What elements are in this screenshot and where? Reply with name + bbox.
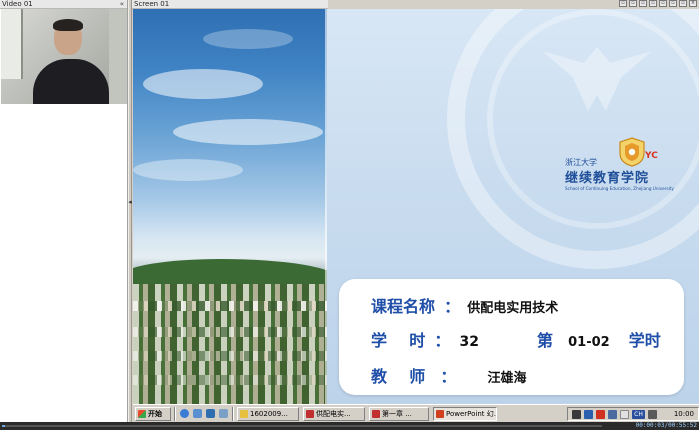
layout-5-icon[interactable]: ▫: [669, 0, 677, 7]
window-app-icon: [240, 410, 248, 418]
course-hours-row: 学 时 ： 32: [371, 327, 479, 351]
system-tray: CH 10:00: [567, 407, 699, 421]
collapse-icon[interactable]: «: [120, 0, 124, 9]
teacher-value: 汪雄海: [487, 371, 527, 386]
layout-4-icon[interactable]: ▫: [659, 0, 667, 7]
taskbar-window-label: PowerPoint 幻...: [446, 410, 497, 418]
logo-english-name: School of Continuing Education, Zhejiang…: [565, 186, 674, 191]
video-panel: Video 01 «: [0, 0, 128, 430]
course-hours-label: 学 时: [371, 331, 426, 350]
layout-2-icon[interactable]: ▫: [639, 0, 647, 7]
volume-icon[interactable]: [608, 410, 617, 419]
video-feed[interactable]: [1, 9, 127, 104]
window-app-icon: [306, 410, 314, 418]
building-row: [133, 327, 327, 337]
player-control-bar: 00:00:03/00:55:52: [0, 422, 699, 430]
start-label: 开始: [148, 410, 162, 418]
cloud: [173, 119, 323, 145]
course-name-colon: ：: [444, 297, 461, 316]
layout-3-icon[interactable]: ▫: [649, 0, 657, 7]
course-name-value: 供配电实用技术: [467, 301, 559, 316]
language-indicator[interactable]: CH: [632, 410, 645, 419]
cloud: [203, 29, 293, 49]
keyboard-icon[interactable]: [620, 410, 629, 419]
building-row: [133, 375, 327, 385]
taskbar-window-label: 1602009...: [250, 410, 288, 418]
course-hours-value: 32: [459, 334, 479, 350]
antivirus-icon[interactable]: [596, 410, 605, 419]
taskbar-window-button[interactable]: PowerPoint 幻...: [433, 407, 497, 421]
taskbar-window-label: 供配电实...: [316, 410, 351, 418]
slide-screen: YC 浙江大学 继续教育学院 School of Continuing Educ…: [133, 9, 699, 404]
teacher-colon: ：: [440, 367, 457, 386]
taskbar: 开始 1602009... 供配电实... 第一章 ... PowerPoint 幻.…: [133, 404, 699, 422]
window-app-icon: [372, 410, 380, 418]
windows-logo-icon: [138, 410, 146, 418]
taskbar-window-label: 第一章 ...: [382, 410, 412, 418]
logo-college-name: 继续教育学院: [565, 171, 650, 186]
logo-yc: YC: [645, 151, 658, 161]
video-panel-title: Video 01: [2, 0, 33, 8]
media-icon[interactable]: [219, 409, 228, 418]
college-logo: YC 浙江大学 继续教育学院 School of Continuing Educ…: [565, 137, 674, 199]
presenter-body: [33, 59, 109, 104]
chapter-row: 第 01-02 学时: [537, 327, 661, 351]
taskbar-separator: [232, 407, 234, 421]
course-name-label: 课程名称: [371, 297, 436, 316]
course-hours-colon: ：: [434, 331, 451, 350]
teacher-row: 教 师 ： 汪雄海: [371, 363, 527, 387]
course-info-card: 课程名称 ： 供配电实用技术 学 时 ： 32 第 01-02 学时 教 师 ：: [339, 279, 684, 395]
chapter-value: 01-02: [568, 335, 610, 350]
building-row: [133, 351, 327, 361]
close-icon[interactable]: ×: [689, 0, 697, 7]
cloud: [133, 159, 243, 181]
teacher-label: 教 师: [371, 367, 426, 386]
network-icon[interactable]: [572, 410, 581, 419]
show-desktop-icon[interactable]: [206, 409, 215, 418]
input-method-icon[interactable]: [648, 410, 657, 419]
explorer-icon[interactable]: [193, 409, 202, 418]
playback-progress-fill: [2, 425, 5, 427]
panel-splitter[interactable]: [128, 0, 132, 430]
shield-icon[interactable]: [584, 410, 593, 419]
building-row: [133, 301, 327, 311]
taskbar-separator: [174, 407, 176, 421]
cloud: [143, 69, 263, 99]
start-button[interactable]: 开始: [135, 407, 171, 421]
chapter-suffix: 学时: [628, 331, 661, 350]
screen-panel-title: Screen 01: [132, 0, 328, 9]
video-background-window: [1, 9, 23, 79]
chapter-prefix: 第: [537, 331, 554, 350]
campus-photo: [133, 9, 327, 404]
root: Video 01 « ◂ Screen 01 ▫ ▫ ▫ ▫ ▫ ▫ ▫ × Y…: [0, 0, 699, 430]
restore-icon[interactable]: ▫: [619, 0, 627, 7]
presenter-hair: [53, 19, 83, 31]
video-panel-title-bar: Video 01 «: [0, 0, 127, 9]
taskbar-window-button[interactable]: 第一章 ...: [369, 407, 429, 421]
window-app-icon: [436, 410, 444, 418]
taskbar-window-button[interactable]: 1602009...: [237, 407, 299, 421]
playback-progress-track[interactable]: [2, 425, 602, 427]
university-seal-icon: [619, 137, 645, 167]
layout-6-icon[interactable]: ▫: [679, 0, 687, 7]
splitter-arrow-icon[interactable]: ◂: [128, 196, 132, 208]
slide-content-area: YC 浙江大学 继续教育学院 School of Continuing Educ…: [327, 9, 699, 404]
browser-icon[interactable]: [180, 409, 189, 418]
video-background-wall: [109, 9, 127, 104]
taskbar-window-button[interactable]: 供配电实...: [303, 407, 365, 421]
course-name-row: 课程名称 ： 供配电实用技术: [371, 293, 558, 317]
playback-timecode: 00:00:03/00:55:52: [635, 422, 697, 429]
layout-1-icon[interactable]: ▫: [629, 0, 637, 7]
taskbar-clock[interactable]: 10:00: [674, 408, 694, 420]
